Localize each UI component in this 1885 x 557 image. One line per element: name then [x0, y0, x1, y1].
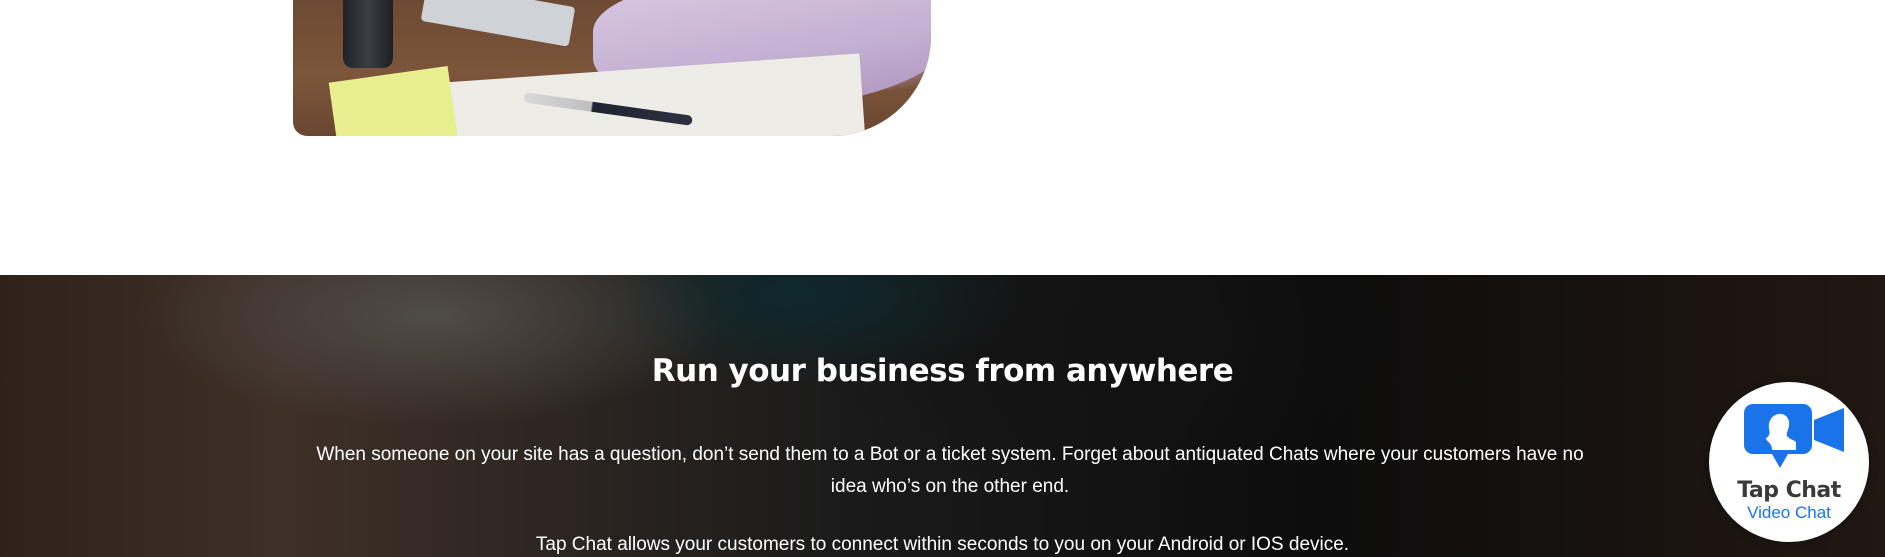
coffee-cup — [343, 0, 393, 68]
hero-section: Run your business from anywhere When som… — [0, 275, 1885, 557]
office-desk-photo — [293, 0, 931, 136]
laptop-edge — [420, 0, 576, 47]
top-section — [0, 0, 1885, 275]
widget-brand-label: Tap Chat — [1737, 478, 1841, 503]
page: Run your business from anywhere When som… — [0, 0, 1885, 557]
hero-tagline: Tap Chat allows your customers to connec… — [535, 534, 1350, 555]
tap-chat-widget-button[interactable]: Tap Chat Video Chat — [1709, 382, 1869, 542]
hero-title: Run your business from anywhere — [651, 353, 1234, 389]
widget-subtitle-label: Video Chat — [1747, 503, 1831, 522]
video-camera-person-icon — [1744, 404, 1844, 468]
sticky-note — [328, 65, 458, 136]
hero-description: When someone on your site has a question… — [316, 444, 1584, 497]
